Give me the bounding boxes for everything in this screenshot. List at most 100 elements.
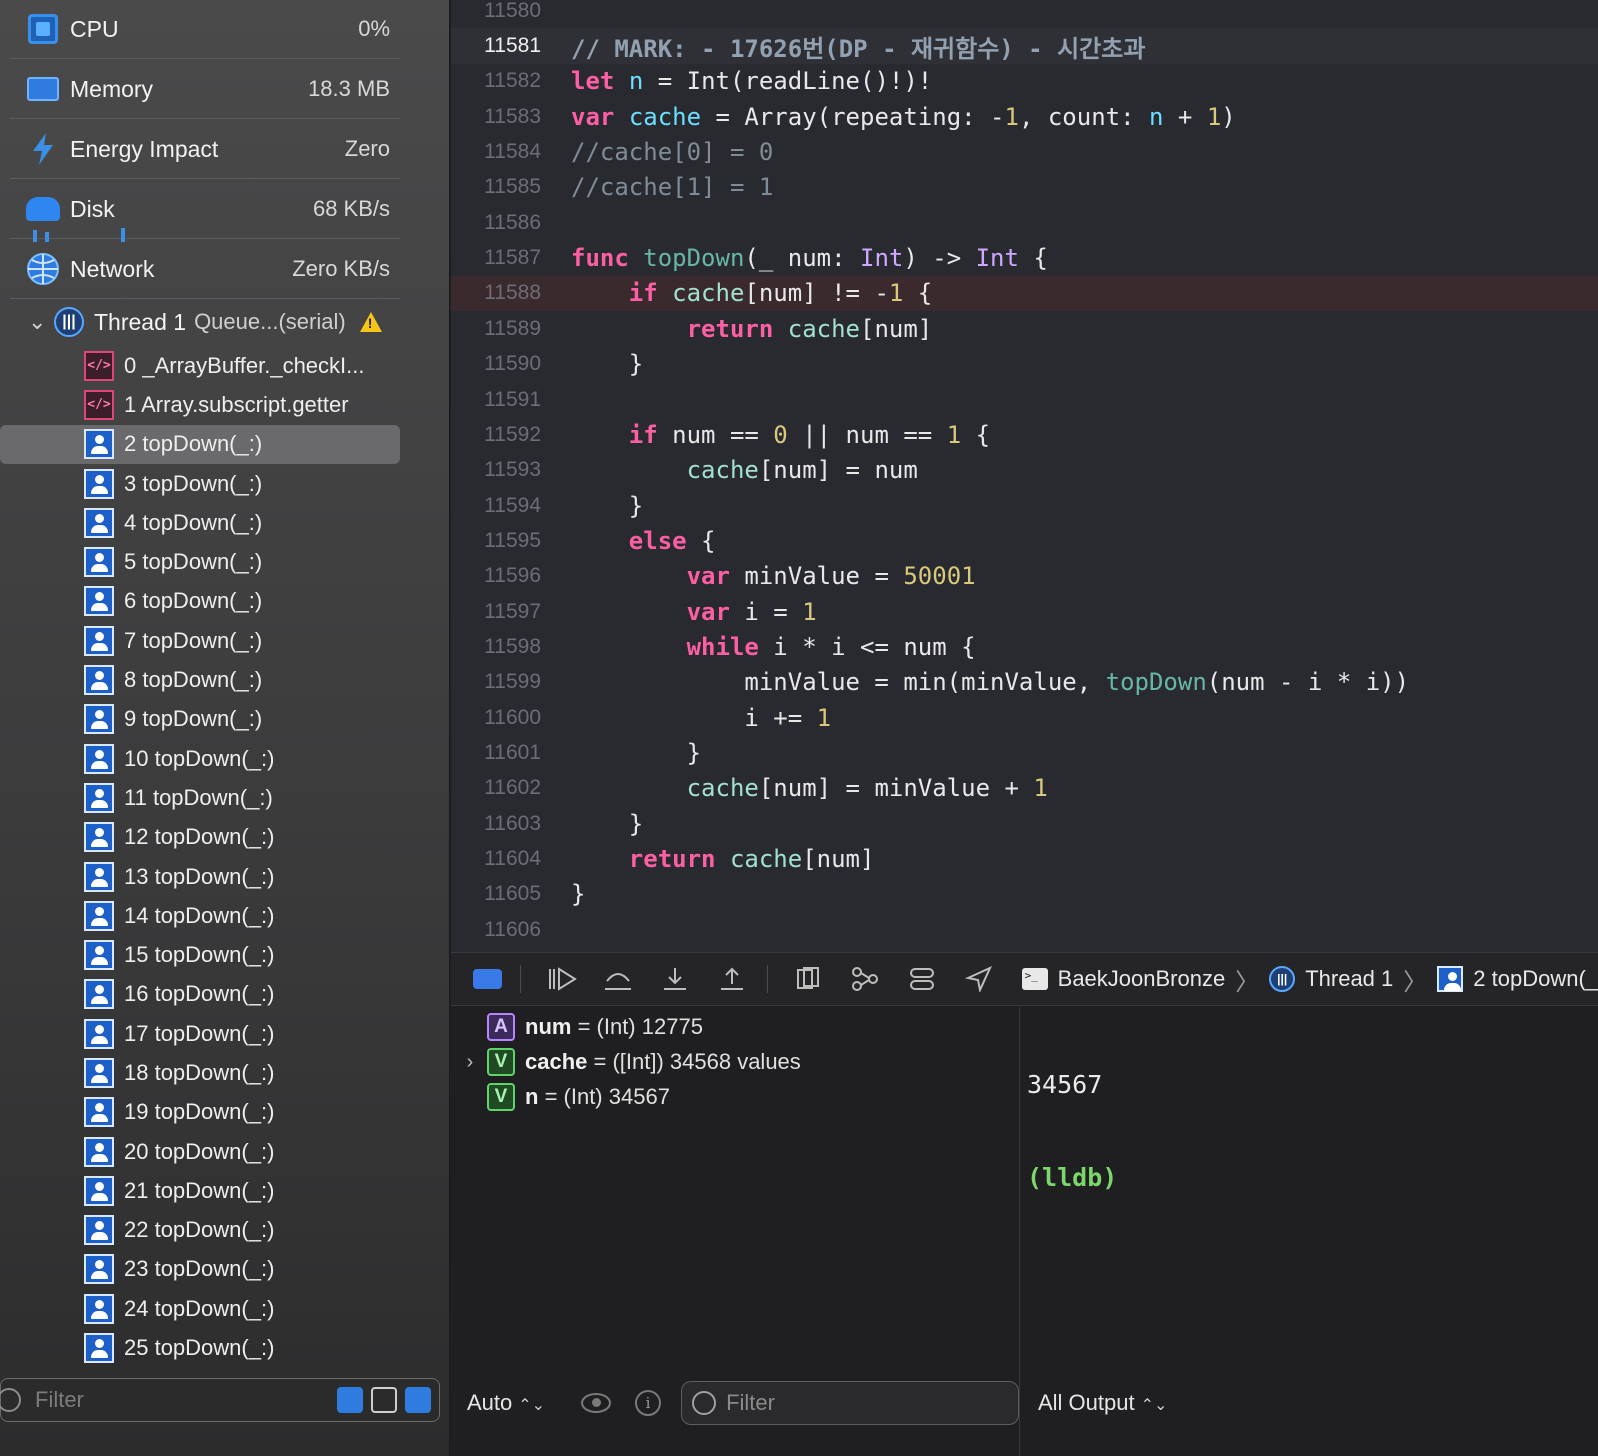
stack-frame[interactable]: </> 1 Array.subscript.getter <box>0 385 410 424</box>
breadcrumb-item[interactable]: Thread 1 <box>1305 966 1393 992</box>
step-out-icon[interactable] <box>716 964 749 994</box>
line-number[interactable]: 11606 <box>451 918 541 942</box>
code-text[interactable]: // MARK: - 17626번(DP - 재귀함수) - 시간초과 <box>571 29 1145 64</box>
breadcrumb-item[interactable]: BaekJoonBronze <box>1058 966 1226 992</box>
step-into-icon[interactable] <box>659 964 692 994</box>
code-line[interactable]: 11594 } <box>451 488 1598 523</box>
stack-frame[interactable]: 25 topDown(_:) <box>0 1328 410 1367</box>
variables-filter-input[interactable]: Filter <box>681 1381 1020 1425</box>
filter-running-icon[interactable] <box>371 1387 397 1413</box>
code-text[interactable]: if cache[num] != -1 { <box>571 279 932 307</box>
stack-frame[interactable]: 15 topDown(_:) <box>0 935 410 974</box>
gauge-cpu[interactable]: CPU 0% <box>10 0 400 59</box>
line-number[interactable]: 11605 <box>451 882 541 906</box>
stack-frame[interactable]: 12 topDown(_:) <box>0 818 410 857</box>
code-line[interactable]: 11590 } <box>451 347 1598 382</box>
filter-user-frames-icon[interactable] <box>405 1387 431 1413</box>
stack-frame[interactable]: 4 topDown(_:) <box>0 503 410 542</box>
stack-frame[interactable]: 11 topDown(_:) <box>0 778 410 817</box>
variable-row-num[interactable]: A num = (Int) 12775 <box>451 1009 703 1045</box>
console-output-select[interactable]: All Output ⌃⌄ <box>1038 1390 1167 1416</box>
code-line[interactable]: 11597 var i = 1 <box>451 594 1598 629</box>
line-number[interactable]: 11602 <box>451 776 541 800</box>
code-text[interactable]: //cache[0] = 0 <box>571 138 773 166</box>
code-line[interactable]: 11605} <box>451 877 1598 912</box>
code-line[interactable]: 11585 //cache[1] = 1 <box>451 170 1598 205</box>
code-line[interactable]: 11606 <box>451 912 1598 947</box>
code-text[interactable]: cache[num] = minValue + 1 <box>571 774 1048 802</box>
code-line[interactable]: 11600 i += 1 <box>451 700 1598 735</box>
gauge-energy[interactable]: Energy Impact Zero <box>10 120 400 179</box>
line-number[interactable]: 11594 <box>451 494 541 518</box>
code-line[interactable]: 11603 } <box>451 806 1598 841</box>
stack-frame[interactable]: 8 topDown(_:) <box>0 660 410 699</box>
code-text[interactable]: cache[num] = num <box>571 456 918 484</box>
environment-overrides-icon[interactable] <box>906 964 939 994</box>
line-number[interactable]: 11600 <box>451 706 541 730</box>
code-text[interactable]: i += 1 <box>571 704 831 732</box>
code-text[interactable]: minValue = min(minValue, topDown(num - i… <box>571 668 1409 696</box>
navigator-filter[interactable]: Filter <box>0 1378 440 1422</box>
variables-scope-select[interactable]: Auto ⌃⌄ <box>467 1390 545 1416</box>
code-line[interactable]: 11581 // MARK: - 17626번(DP - 재귀함수) - 시간초과 <box>451 28 1598 64</box>
stack-frame[interactable]: 17 topDown(_:) <box>0 1014 410 1053</box>
stack-frame[interactable]: 23 topDown(_:) <box>0 1250 410 1289</box>
line-number[interactable]: 11589 <box>451 317 541 341</box>
code-text[interactable]: } <box>571 810 643 838</box>
debug-view-hierarchy-icon[interactable] <box>792 964 825 994</box>
code-text[interactable]: return cache[num] <box>571 845 875 873</box>
stack-frame[interactable]: 9 topDown(_:) <box>0 700 410 739</box>
code-line[interactable]: 11582 let n = Int(readLine()!)! <box>451 64 1598 99</box>
code-text[interactable]: func topDown(_ num: Int) -> Int { <box>571 244 1048 272</box>
code-line[interactable]: 11584 //cache[0] = 0 <box>451 134 1598 169</box>
line-number[interactable]: 11596 <box>451 564 541 588</box>
code-text[interactable]: } <box>571 492 643 520</box>
code-line[interactable]: 11587 func topDown(_ num: Int) -> Int { <box>451 240 1598 275</box>
source-editor[interactable]: 11580 11581 // MARK: - 17626번(DP - 재귀함수) -… <box>451 0 1598 952</box>
variable-row-n[interactable]: V n = (Int) 34567 <box>451 1079 670 1115</box>
stack-frame[interactable]: 10 topDown(_:) <box>0 739 410 778</box>
stack-frame[interactable]: 3 topDown(_:) <box>0 464 410 503</box>
line-number[interactable]: 11597 <box>451 600 541 624</box>
stack-frame[interactable]: 20 topDown(_:) <box>0 1132 410 1171</box>
code-line[interactable]: 11596 var minValue = 50001 <box>451 559 1598 594</box>
stack-frame[interactable]: </> 0 _ArrayBuffer._checkI... <box>0 346 410 385</box>
line-number[interactable]: 11598 <box>451 635 541 659</box>
line-number[interactable]: 11591 <box>451 388 541 412</box>
code-line[interactable]: 11604 return cache[num] <box>451 841 1598 876</box>
stack-frame[interactable]: 22 topDown(_:) <box>0 1211 410 1250</box>
code-text[interactable]: //cache[1] = 1 <box>571 173 773 201</box>
code-text[interactable]: while i * i <= num { <box>571 633 976 661</box>
gauge-memory[interactable]: Memory 18.3 MB <box>10 60 400 119</box>
line-number[interactable]: 11588 <box>451 281 541 305</box>
line-number[interactable]: 11583 <box>451 105 541 129</box>
code-text[interactable]: var minValue = 50001 <box>571 562 976 590</box>
filter-crashed-threads-icon[interactable] <box>337 1387 363 1413</box>
variable-row-cache[interactable]: › V cache = ([Int]) 34568 values <box>451 1044 801 1080</box>
code-text[interactable]: return cache[num] <box>571 315 933 343</box>
code-line[interactable]: 11583 var cache = Array(repeating: -1, co… <box>451 99 1598 134</box>
stack-frame[interactable]: 14 topDown(_:) <box>0 896 410 935</box>
stack-frame[interactable]: 7 topDown(_:) <box>0 621 410 660</box>
line-number[interactable]: 11601 <box>451 741 541 765</box>
code-line[interactable]: 11601 } <box>451 735 1598 770</box>
memory-graph-icon[interactable] <box>849 964 882 994</box>
line-number[interactable]: 11592 <box>451 423 541 447</box>
line-number[interactable]: 11587 <box>451 246 541 270</box>
line-number[interactable]: 11595 <box>451 529 541 553</box>
line-number[interactable]: 11580 <box>451 0 541 23</box>
code-line[interactable]: 11598 while i * i <= num { <box>451 629 1598 664</box>
code-text[interactable]: } <box>571 739 701 767</box>
code-line[interactable]: 11595 else { <box>451 523 1598 558</box>
gauge-network[interactable]: Network Zero KB/s <box>10 240 400 299</box>
line-number[interactable]: 11581 <box>451 34 541 58</box>
eye-icon[interactable] <box>581 1393 612 1413</box>
line-number[interactable]: 11604 <box>451 847 541 871</box>
thread-row[interactable]: ⌄ ||| Thread 1 Queue...(serial) <box>0 302 410 342</box>
code-text[interactable]: else { <box>571 527 716 555</box>
line-number[interactable]: 11584 <box>451 140 541 164</box>
line-number[interactable]: 11590 <box>451 352 541 376</box>
code-line[interactable]: 11589 return cache[num] <box>451 311 1598 346</box>
line-number[interactable]: 11582 <box>451 69 541 93</box>
chevron-down-icon[interactable]: ⌄ <box>28 309 54 335</box>
